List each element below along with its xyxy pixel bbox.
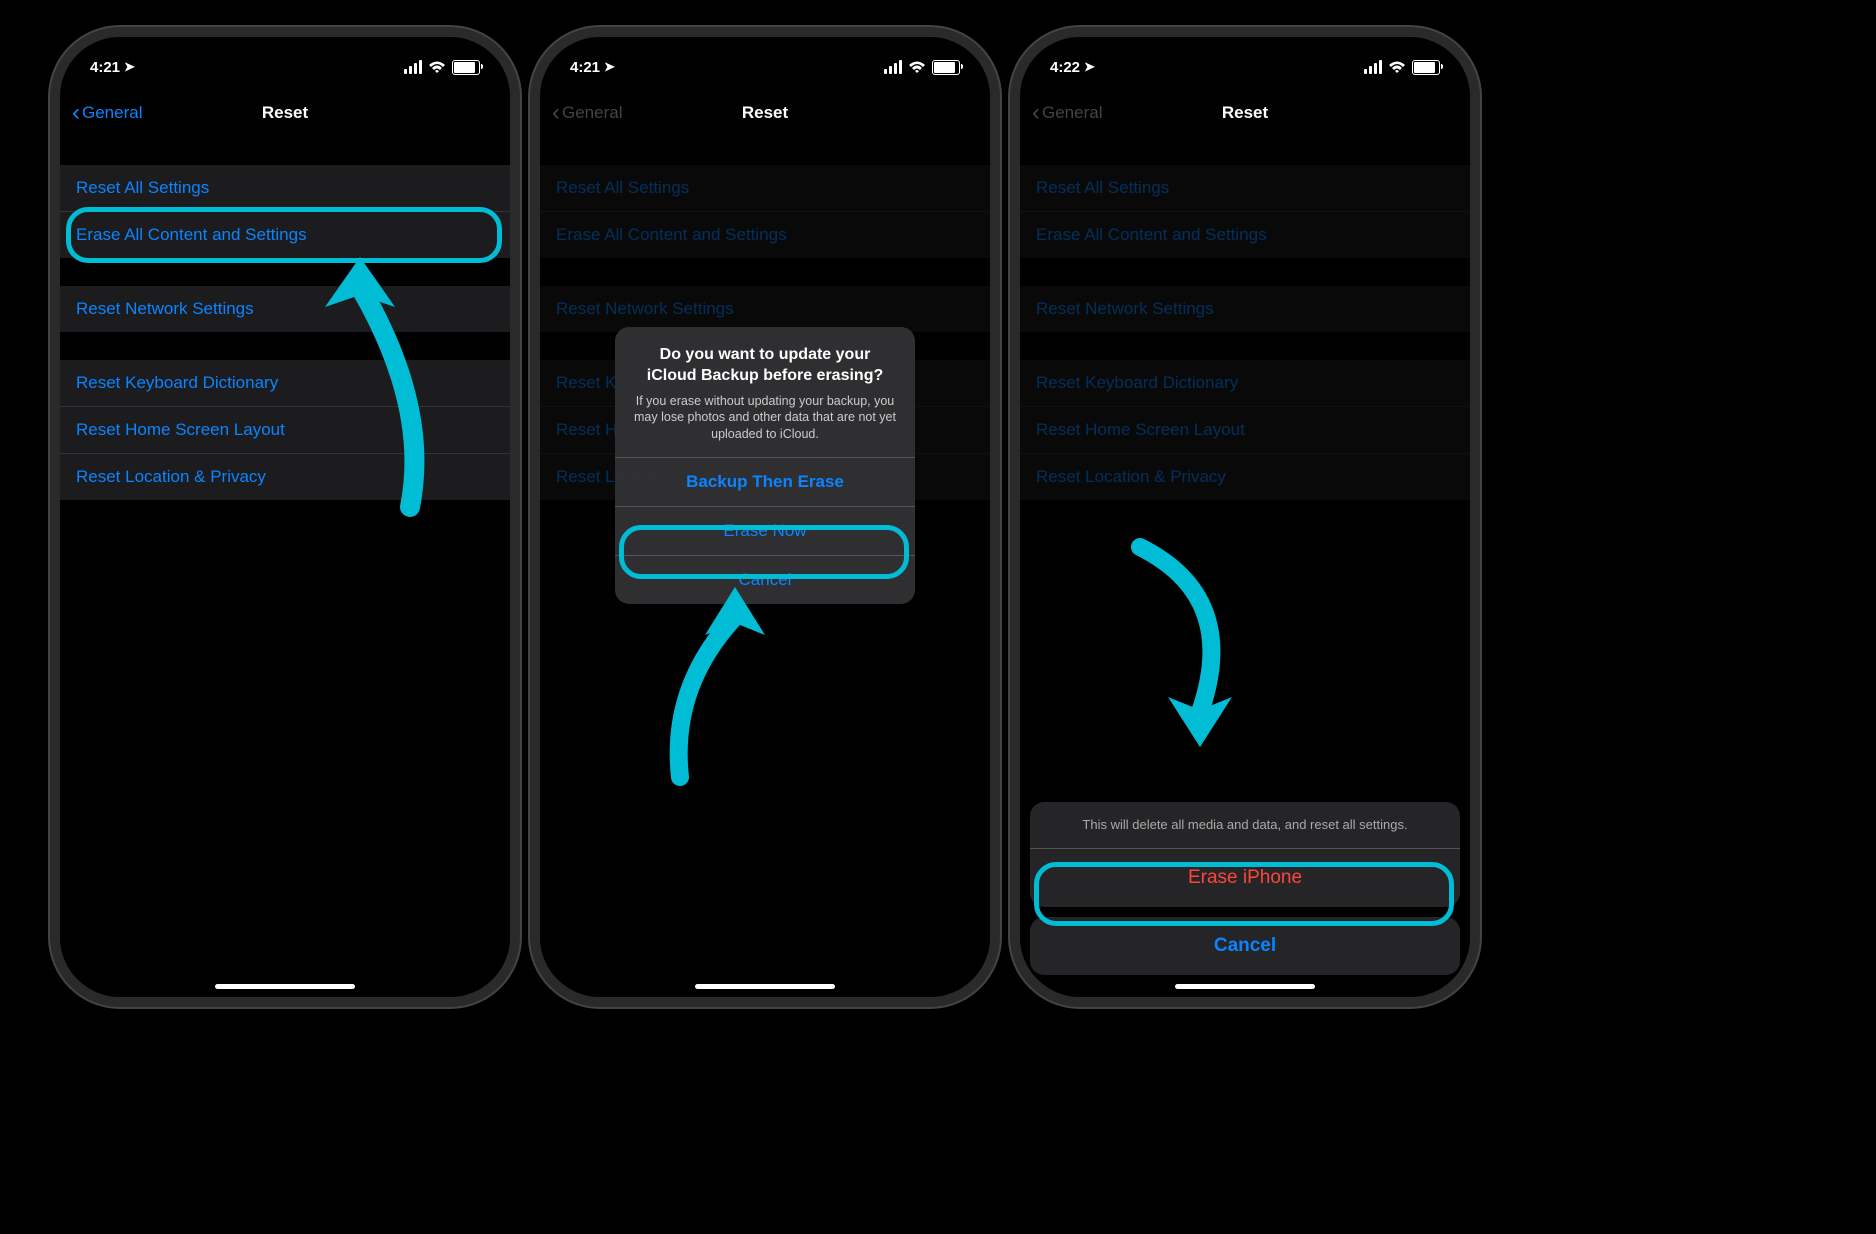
alert-title: Do you want to update your iCloud Backup…: [633, 345, 897, 387]
reset-all-settings-row[interactable]: Reset All Settings: [60, 165, 510, 212]
wifi-icon: [908, 61, 926, 74]
reset-network-row[interactable]: Reset Network Settings: [60, 286, 510, 332]
reset-all-settings-row: Reset All Settings: [1020, 165, 1470, 212]
cancel-button[interactable]: Cancel: [615, 555, 915, 604]
reset-keyboard-row: Reset Keyboard Dictionary: [1020, 360, 1470, 407]
page-title: Reset: [1222, 103, 1268, 123]
location-icon: ➤: [604, 59, 615, 75]
reset-keyboard-row[interactable]: Reset Keyboard Dictionary: [60, 360, 510, 407]
cancel-button[interactable]: Cancel: [1030, 917, 1460, 975]
navigation-bar: ‹ General Reset: [1020, 89, 1470, 137]
backup-alert-dialog: Do you want to update your iCloud Backup…: [615, 327, 915, 604]
reset-network-row: Reset Network Settings: [1020, 286, 1470, 332]
battery-icon: [932, 60, 960, 75]
phone-frame-2: 4:21 ➤ ‹ General Reset R: [540, 37, 990, 997]
back-label: General: [1042, 103, 1102, 123]
notch: [185, 37, 385, 65]
back-button[interactable]: ‹ General: [72, 101, 142, 125]
chevron-left-icon: ‹: [1032, 101, 1040, 125]
notch: [1145, 37, 1345, 65]
reset-home-layout-row[interactable]: Reset Home Screen Layout: [60, 407, 510, 454]
chevron-left-icon: ‹: [72, 101, 80, 125]
erase-all-content-row: Erase All Content and Settings: [540, 212, 990, 258]
reset-location-privacy-row[interactable]: Reset Location & Privacy: [60, 454, 510, 500]
backup-then-erase-button[interactable]: Backup Then Erase: [615, 457, 915, 506]
cell-signal-icon: [404, 60, 422, 74]
reset-home-layout-row: Reset Home Screen Layout: [1020, 407, 1470, 454]
erase-all-content-row[interactable]: Erase All Content and Settings: [60, 212, 510, 258]
alert-message: If you erase without updating your backu…: [633, 393, 897, 444]
cell-signal-icon: [884, 60, 902, 74]
notch: [665, 37, 865, 65]
page-title: Reset: [742, 103, 788, 123]
erase-now-button[interactable]: Erase Now: [615, 506, 915, 555]
home-indicator[interactable]: [215, 984, 355, 989]
home-indicator[interactable]: [695, 984, 835, 989]
wifi-icon: [428, 61, 446, 74]
erase-all-content-row: Erase All Content and Settings: [1020, 212, 1470, 258]
phone-frame-3: 4:22 ➤ ‹ General Reset R: [1020, 37, 1470, 997]
status-time: 4:21: [570, 59, 600, 76]
location-icon: ➤: [124, 59, 135, 75]
battery-icon: [452, 60, 480, 75]
action-sheet-message: This will delete all media and data, and…: [1030, 802, 1460, 848]
reset-all-settings-row: Reset All Settings: [540, 165, 990, 212]
navigation-bar: ‹ General Reset: [540, 89, 990, 137]
tutorial-arrow-icon: [1090, 537, 1250, 757]
back-button: ‹ General: [1032, 101, 1102, 125]
chevron-left-icon: ‹: [552, 101, 560, 125]
location-icon: ➤: [1084, 59, 1095, 75]
back-button: ‹ General: [552, 101, 622, 125]
reset-network-row: Reset Network Settings: [540, 286, 990, 332]
status-time: 4:22: [1050, 59, 1080, 76]
reset-location-privacy-row: Reset Location & Privacy: [1020, 454, 1470, 500]
back-label: General: [82, 103, 142, 123]
page-title: Reset: [262, 103, 308, 123]
wifi-icon: [1388, 61, 1406, 74]
erase-iphone-button[interactable]: Erase iPhone: [1030, 848, 1460, 907]
phone-frame-1: 4:21 ➤ ‹ General Reset Reset All Sett: [60, 37, 510, 997]
cell-signal-icon: [1364, 60, 1382, 74]
action-sheet: This will delete all media and data, and…: [1030, 802, 1460, 985]
navigation-bar: ‹ General Reset: [60, 89, 510, 137]
tutorial-arrow-icon: [660, 587, 780, 787]
back-label: General: [562, 103, 622, 123]
battery-icon: [1412, 60, 1440, 75]
status-time: 4:21: [90, 59, 120, 76]
